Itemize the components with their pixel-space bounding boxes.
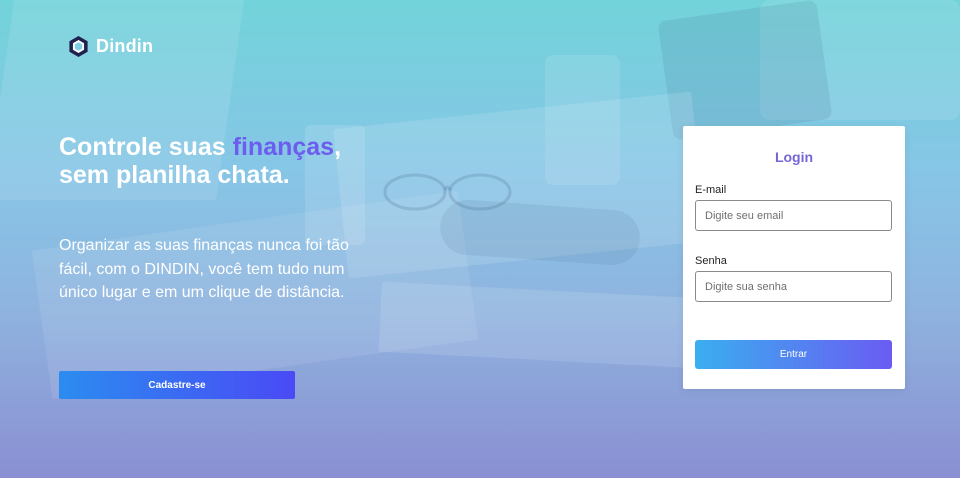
signup-button[interactable]: Cadastre-se [59,371,295,399]
headline-second-line: sem planilha chata. [59,161,290,189]
login-submit-button[interactable]: Entrar [695,340,892,369]
headline-accent-word: finanças [232,133,335,161]
hero-headline: Controle suas finanças, sem planilha chat… [59,133,399,189]
landing-page: Dindin Controle suas finanças, sem planil… [0,0,960,478]
background-glasses-shape [383,173,512,211]
password-field[interactable] [695,271,892,302]
headline-comma: , [334,133,342,161]
email-label: E-mail [695,184,727,196]
background-notebook-shape [378,281,702,369]
hero-description: Organizar as suas finanças nunca foi tão… [59,237,349,301]
headline-text: Controle suas [59,133,233,161]
email-field[interactable] [695,200,892,231]
hexagon-logo-icon [69,35,88,58]
brand-name: Dindin [96,36,154,56]
login-card: Login E-mail Senha Entrar [683,126,905,389]
password-label: Senha [695,255,727,267]
brand-logo[interactable]: Dindin [67,35,153,58]
login-title: Login [774,149,814,165]
